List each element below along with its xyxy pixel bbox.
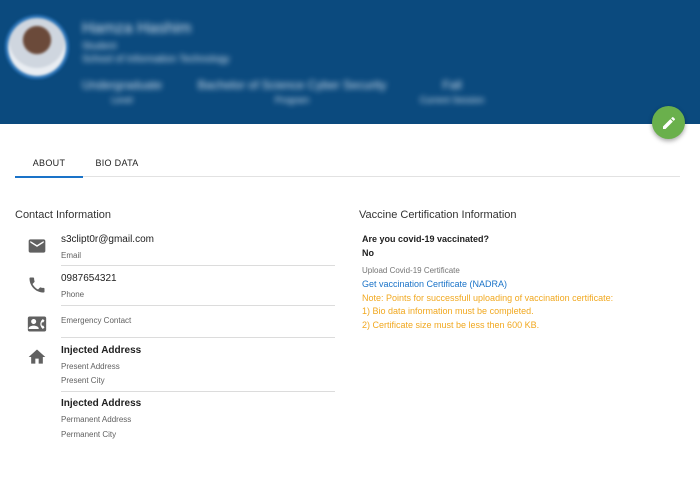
divider [61, 337, 335, 338]
edit-profile-button[interactable] [652, 106, 685, 139]
email-label: Email [61, 251, 82, 260]
emergency-contact-label: Emergency Contact [61, 316, 132, 325]
permanent-address-value: Injected Address [61, 398, 142, 409]
vaccine-section-title: Vaccine Certification Information [359, 209, 517, 221]
phone-value: 0987654321 [61, 273, 117, 284]
divider [61, 391, 335, 392]
upload-certificate-label: Upload Covid-19 Certificate [362, 266, 460, 275]
contact-card-icon [27, 316, 47, 332]
nadra-certificate-link[interactable]: Get vaccination Certificate (NADRA) [362, 279, 507, 289]
stat-program-value: Bachelor of Science Cyber Security [197, 78, 387, 92]
email-value: s3clipt0r@gmail.com [61, 234, 154, 245]
vaccinated-question: Are you covid-19 vaccinated? [362, 234, 490, 244]
phone-icon [29, 277, 45, 293]
stat-program-label: Program [274, 95, 310, 105]
student-name: Hamza Hashim [82, 20, 192, 37]
contact-section-title: Contact Information [15, 209, 111, 221]
vaccine-note-point-1: 1) Bio data information must be complete… [362, 306, 534, 316]
present-address-value: Injected Address [61, 345, 142, 356]
divider [61, 265, 335, 266]
pencil-icon [662, 116, 675, 129]
email-icon [28, 239, 46, 253]
vaccine-note: Note: Points for successfull uploading o… [362, 293, 614, 303]
present-address-label: Present Address [61, 362, 120, 371]
avatar [8, 18, 66, 76]
vaccine-note-point-2: 2) Certificate size must be less then 60… [362, 320, 540, 330]
present-city-label: Present City [61, 376, 105, 385]
stat-session-label: Current Session [419, 95, 485, 105]
stat-session-value: Fall [442, 78, 462, 92]
permanent-address-label: Permanent Address [61, 415, 132, 424]
tab-about[interactable]: ABOUT [15, 150, 83, 178]
profile-header: Hamza Hashim Student School of Informati… [0, 0, 700, 124]
vaccinated-answer: No [362, 248, 374, 258]
phone-label: Phone [61, 290, 85, 299]
student-role: Student [82, 41, 117, 52]
permanent-city-label: Permanent City [61, 430, 117, 439]
tab-bio-data[interactable]: BIO DATA [83, 150, 151, 176]
profile-tabs: ABOUT BIO DATA [15, 150, 680, 178]
home-icon [28, 349, 46, 364]
stat-level-value: Undergraduate [82, 78, 163, 92]
divider [61, 305, 335, 306]
stat-level-label: Level [111, 95, 133, 105]
student-school: School of Information Technology [82, 54, 230, 65]
